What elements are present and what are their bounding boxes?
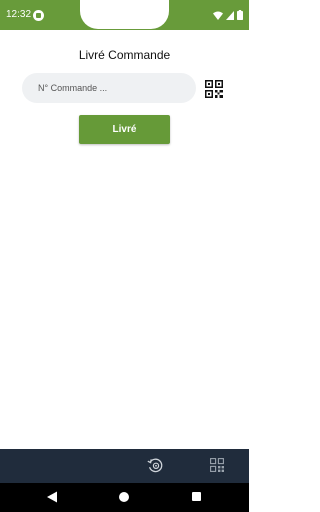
status-bar: 12:32: [0, 0, 249, 30]
order-search-row: [22, 73, 228, 103]
qr-code-icon[interactable]: [205, 80, 223, 98]
home-icon[interactable]: [119, 492, 129, 502]
order-number-input[interactable]: [22, 73, 196, 103]
app-notification-icon: [33, 10, 44, 21]
system-nav-bar: [0, 483, 249, 512]
battery-icon: [237, 10, 243, 20]
signal-icon: [226, 10, 234, 20]
back-icon[interactable]: [46, 491, 58, 503]
history-icon[interactable]: [147, 457, 164, 474]
recents-icon[interactable]: [192, 492, 201, 501]
status-time: 12:32: [6, 9, 32, 20]
wifi-icon: [213, 11, 223, 20]
livre-button[interactable]: Livré: [79, 115, 170, 144]
status-indicators: [213, 9, 243, 21]
page-title: Livré Commande: [78, 48, 171, 62]
app-bottom-bar: [0, 449, 249, 483]
qr-grid-icon[interactable]: [210, 458, 224, 472]
display-notch: [80, 0, 169, 29]
